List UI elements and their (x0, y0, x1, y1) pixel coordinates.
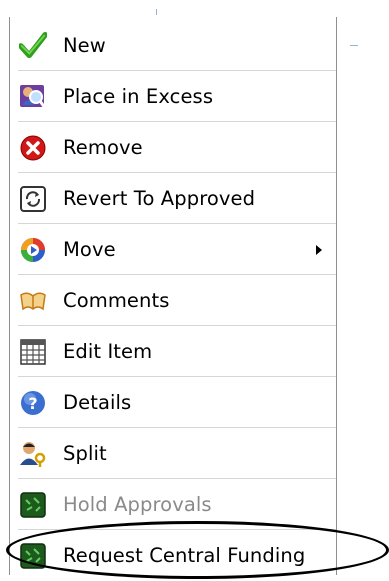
remove-x-icon (19, 134, 47, 162)
green-board-icon (19, 542, 47, 570)
menu-item-label: Details (63, 391, 132, 414)
background-tick (350, 45, 358, 46)
grid-calendar-icon (19, 338, 47, 366)
menu-item-place-in-excess[interactable]: Place in Excess (10, 71, 336, 122)
move-arrow-icon (19, 236, 47, 264)
menu-item-split[interactable]: Split (10, 428, 336, 479)
green-board-icon (19, 491, 47, 519)
menu-item-request-central-funding[interactable]: Request Central Funding (10, 530, 336, 581)
menu-item-label: Place in Excess (63, 85, 214, 108)
menu-item-remove[interactable]: Remove (10, 122, 336, 173)
help-question-icon: ? (19, 389, 47, 417)
menu-item-edit-item[interactable]: Edit Item (10, 326, 336, 377)
menu-item-details[interactable]: ? Details (10, 377, 336, 428)
menu-item-move[interactable]: Move (10, 224, 336, 275)
menu-item-label: Split (63, 442, 107, 465)
submenu-arrow-icon (316, 244, 322, 255)
checkmark-icon (19, 31, 47, 60)
menu-item-hold-approvals: Hold Approvals (10, 479, 336, 530)
menu-item-label: Request Central Funding (63, 544, 306, 567)
menu-item-label: Remove (63, 136, 143, 159)
menu-item-label: Move (63, 238, 116, 261)
book-comments-icon (19, 287, 47, 315)
context-menu: New Place in Excess Remove Revert To App… (9, 17, 337, 575)
menu-item-comments[interactable]: Comments (10, 275, 336, 326)
menu-item-new[interactable]: New (10, 20, 336, 71)
menu-item-label: Comments (63, 289, 170, 312)
menu-item-label: New (63, 34, 106, 57)
background-tick (156, 9, 157, 15)
menu-item-label: Revert To Approved (63, 187, 256, 210)
menu-item-label: Edit Item (63, 340, 153, 363)
person-key-icon (19, 440, 47, 468)
menu-item-label: Hold Approvals (63, 493, 212, 516)
menu-item-revert-to-approved[interactable]: Revert To Approved (10, 173, 336, 224)
menu-top-edge (9, 9, 337, 17)
magnifier-person-icon (19, 83, 47, 111)
svg-text:?: ? (28, 394, 37, 413)
revert-cycle-icon (19, 185, 47, 213)
